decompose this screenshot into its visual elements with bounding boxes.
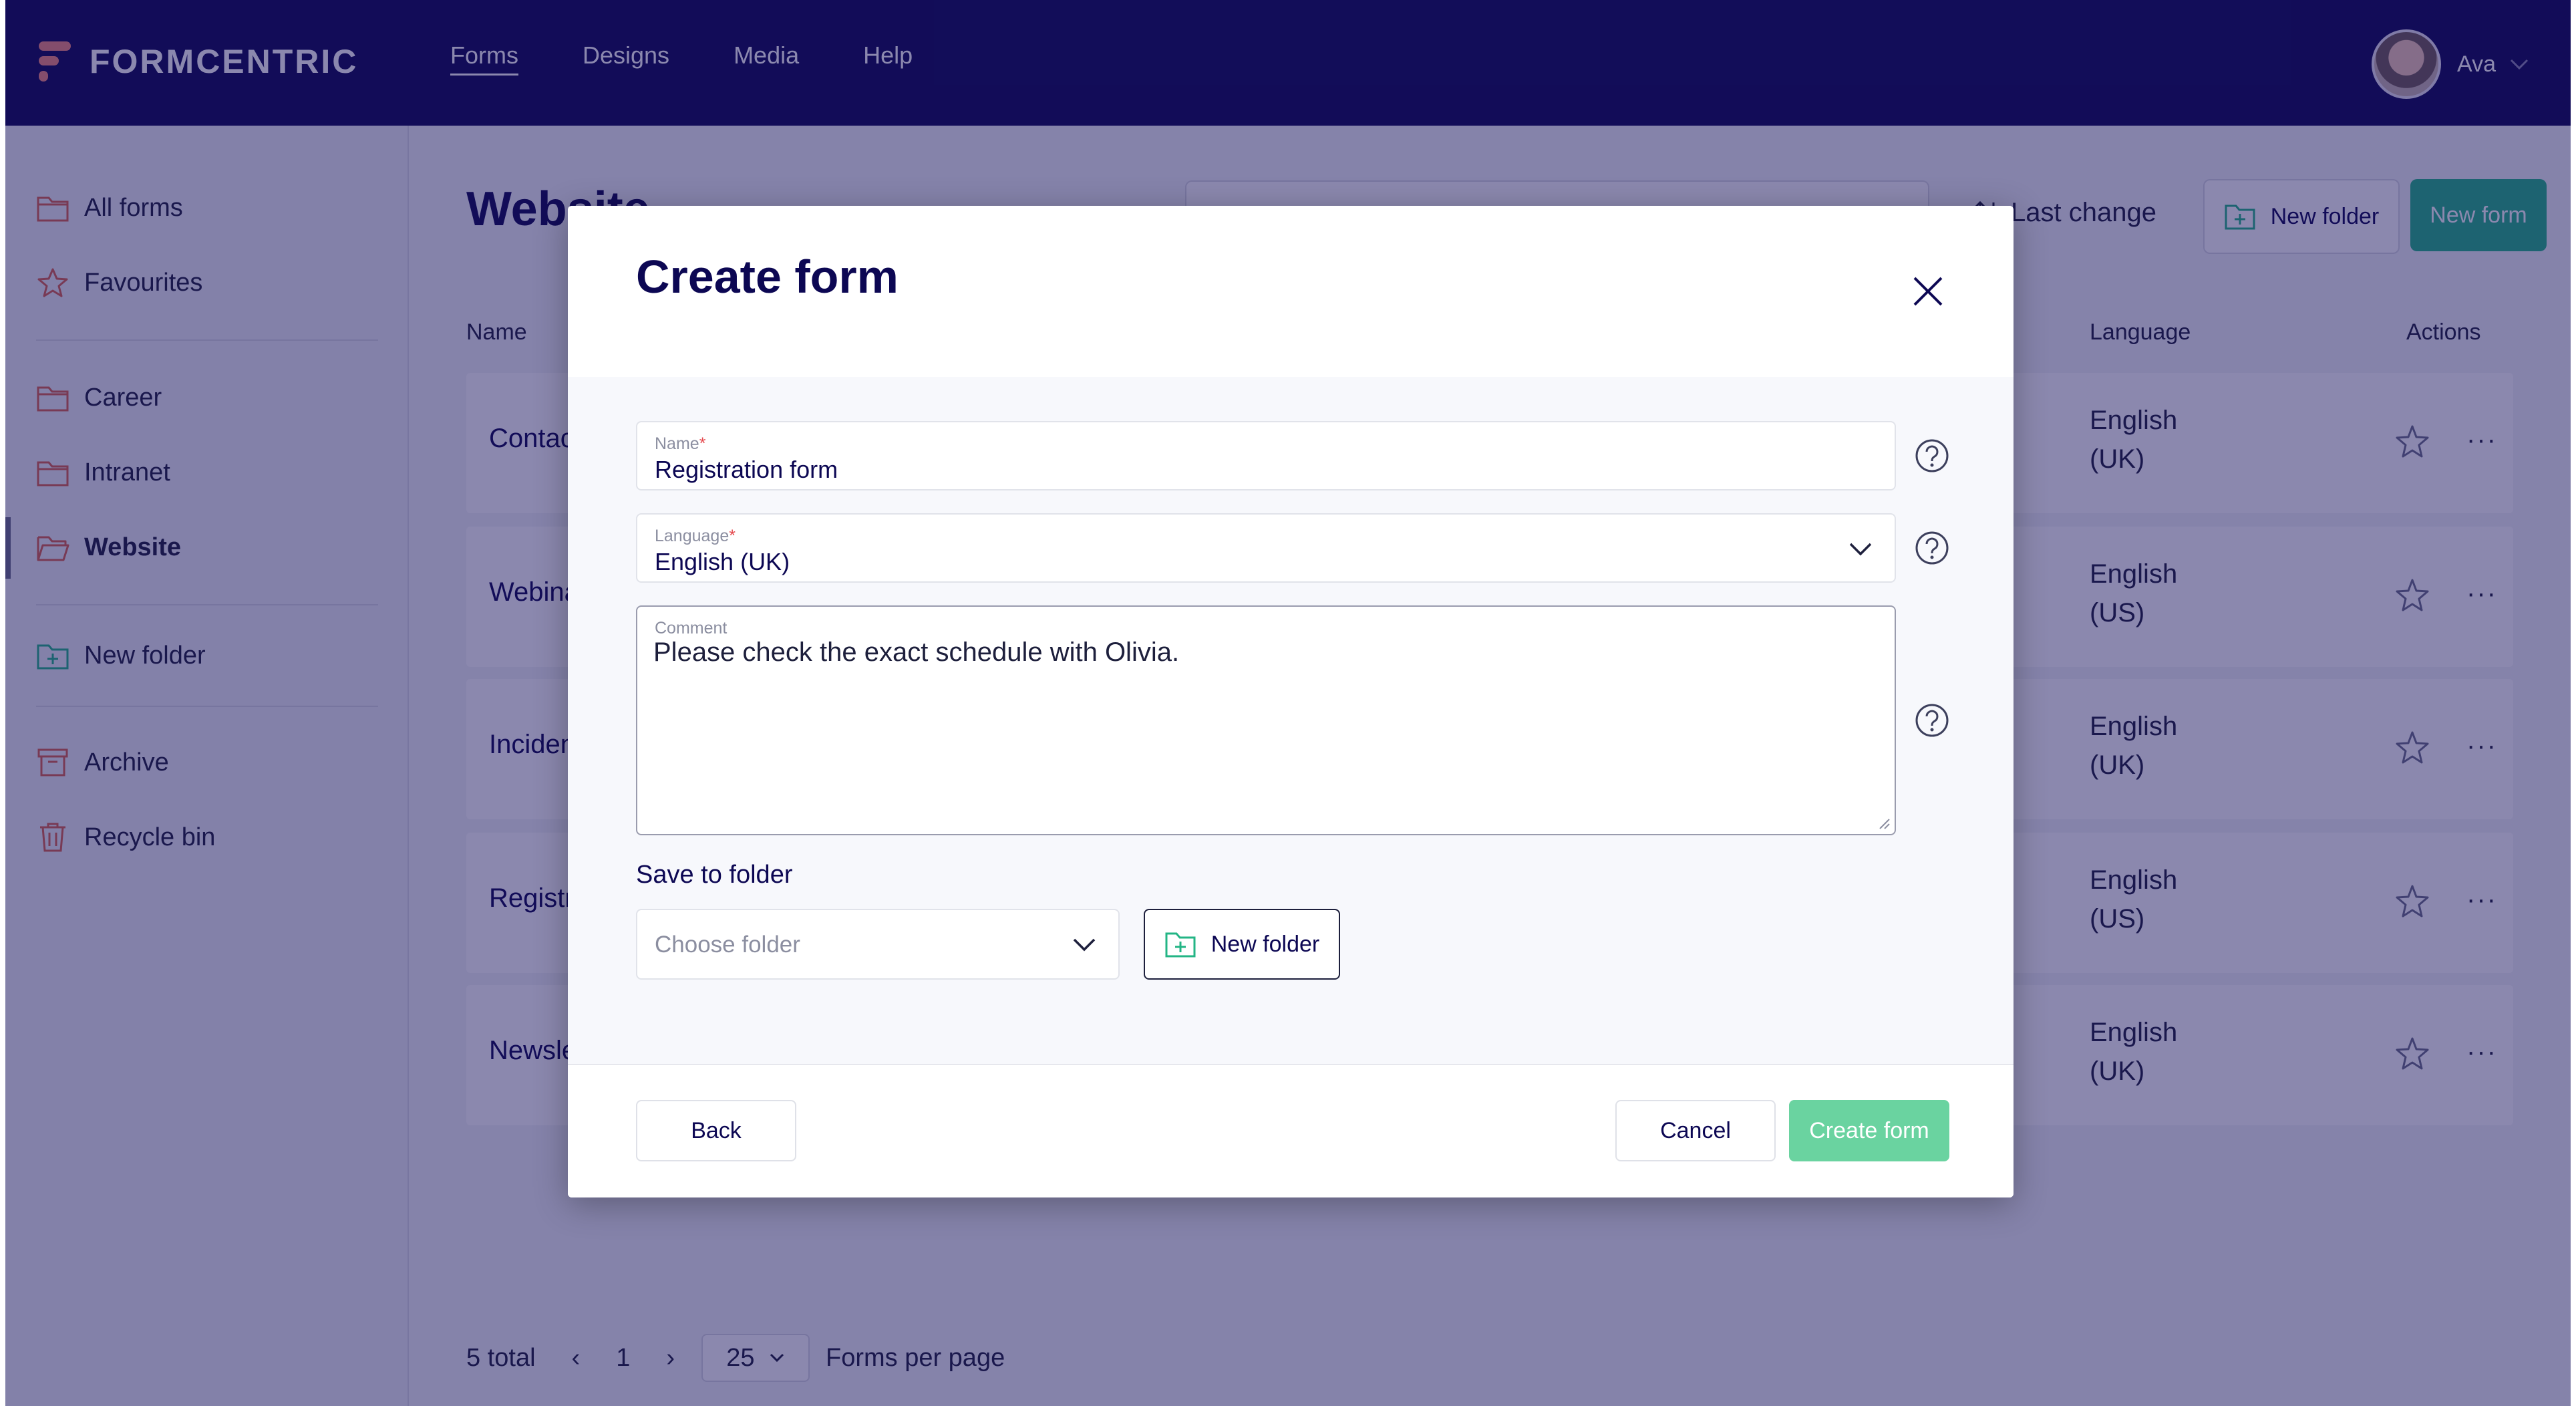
- cancel-button[interactable]: Cancel: [1615, 1100, 1776, 1161]
- help-icon[interactable]: [1915, 438, 1949, 473]
- app-window: FORMCENTRIC Forms Designs Media Help Ava…: [5, 0, 2571, 1406]
- comment-field-label: Comment: [655, 619, 728, 638]
- language-field-label: Language*: [655, 527, 736, 545]
- chevron-down-icon: [1073, 938, 1096, 952]
- dialog-title: Create form: [636, 251, 899, 303]
- language-field-value: English (UK): [655, 548, 790, 575]
- language-select[interactable]: Language* English (UK): [636, 513, 1896, 583]
- folder-select[interactable]: Choose folder: [636, 909, 1120, 980]
- dialog-footer: Back Cancel Create form: [568, 1064, 2014, 1197]
- comment-field[interactable]: Comment Please check the exact schedule …: [636, 605, 1896, 835]
- help-icon[interactable]: [1915, 531, 1949, 565]
- folder-plus-icon: [1165, 932, 1196, 958]
- folder-select-placeholder: Choose folder: [655, 932, 800, 958]
- name-field-label: Name*: [655, 434, 706, 453]
- save-to-folder-label: Save to folder: [636, 861, 793, 889]
- name-field[interactable]: Name* Registration form: [636, 421, 1896, 490]
- name-field-value: Registration form: [655, 456, 838, 483]
- dialog-header: Create form: [568, 206, 2014, 377]
- dialog-new-folder-button[interactable]: New folder: [1144, 909, 1340, 980]
- close-icon[interactable]: [1909, 273, 1947, 310]
- create-form-button[interactable]: Create form: [1789, 1100, 1949, 1161]
- comment-textarea[interactable]: Please check the exact schedule with Oli…: [653, 638, 1876, 818]
- help-icon[interactable]: [1915, 703, 1949, 738]
- back-button[interactable]: Back: [636, 1100, 796, 1161]
- create-form-dialog: Create form Name* Registration form Lang…: [568, 206, 2014, 1197]
- chevron-down-icon: [1849, 543, 1872, 556]
- resize-handle-icon[interactable]: [1877, 817, 1891, 830]
- dialog-new-folder-label: New folder: [1211, 931, 1320, 957]
